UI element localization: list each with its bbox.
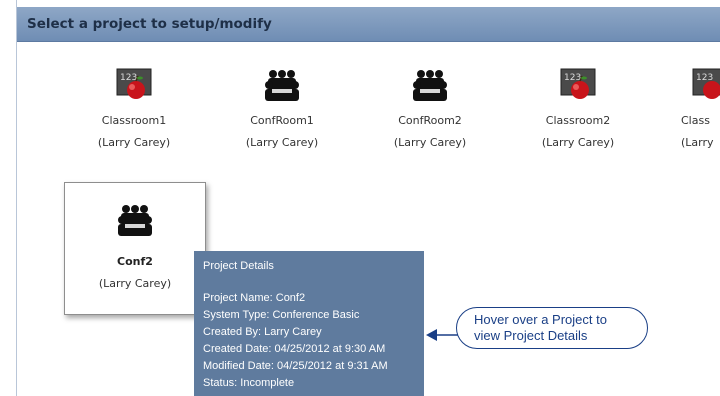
project-owner: (Larry — [681, 136, 714, 149]
tooltip-line-created-date: Created Date: 04/25/2012 at 9:30 AM — [203, 343, 386, 355]
tooltip-title: Project Details — [203, 260, 274, 272]
project-name: Classroom1 — [101, 114, 167, 127]
classroom-apple-icon: 123 — [116, 68, 152, 99]
project-tile-class-partial[interactable]: 123 Class (Larry — [656, 68, 720, 168]
project-owner: (Larry Carey) — [97, 136, 171, 149]
project-owner: (Larry Carey) — [245, 136, 319, 149]
conference-people-icon — [413, 70, 447, 101]
project-owner: (Larry Carey) — [541, 136, 615, 149]
project-tile-confroom1[interactable]: ConfRoom1 (Larry Carey) — [212, 68, 352, 168]
conference-people-icon — [118, 205, 152, 236]
conference-people-icon — [265, 70, 299, 101]
project-name: ConfRoom2 — [398, 114, 462, 127]
callout-line-1: Hover over a Project to — [474, 312, 607, 327]
project-owner: (Larry Carey) — [98, 277, 172, 290]
project-owner: (Larry Carey) — [393, 136, 467, 149]
callout-arrow-icon — [426, 329, 458, 341]
callout-line-2: view Project Details — [474, 328, 588, 343]
project-name: Conf2 — [117, 255, 153, 268]
hover-hint-callout: Hover over a Project to view Project Det… — [456, 307, 648, 349]
project-name: Class — [681, 114, 710, 127]
project-details-tooltip: Project Details Project Name: Conf2 Syst… — [194, 251, 424, 396]
project-tile-classroom1[interactable]: 123 Classroom1 (Larry Carey) — [64, 68, 204, 168]
header-title: Select a project to setup/modify — [27, 16, 272, 32]
project-name: Classroom2 — [545, 114, 611, 127]
project-tile-conf2[interactable]: Conf2 (Larry Carey) — [64, 182, 206, 315]
panel-header: Select a project to setup/modify — [17, 7, 720, 42]
tooltip-line-project-name: Project Name: Conf2 — [203, 292, 306, 304]
tooltip-line-status: Status: Incomplete — [203, 377, 295, 389]
classroom-apple-icon: 123 — [560, 68, 596, 99]
project-tile-confroom2[interactable]: ConfRoom2 (Larry Carey) — [360, 68, 500, 168]
classroom-apple-icon: 123 — [692, 68, 720, 99]
tooltip-line-created-by: Created By: Larry Carey — [203, 326, 322, 338]
project-name: ConfRoom1 — [250, 114, 314, 127]
project-tile-classroom2[interactable]: 123 Classroom2 (Larry Carey) — [508, 68, 648, 168]
tooltip-line-modified-date: Modified Date: 04/25/2012 at 9:31 AM — [203, 360, 388, 372]
tooltip-line-system-type: System Type: Conference Basic — [203, 309, 360, 321]
